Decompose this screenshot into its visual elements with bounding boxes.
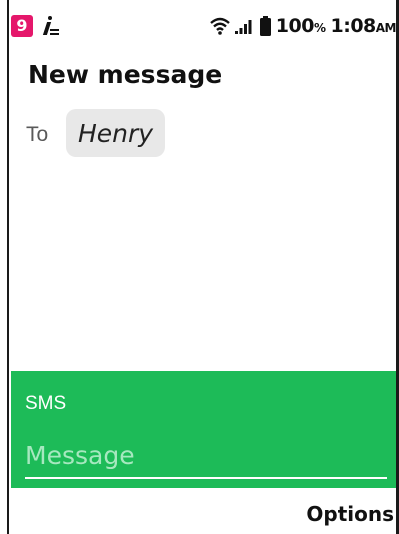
message-input[interactable] (25, 433, 387, 479)
page-title: New message (28, 60, 223, 89)
status-bar: 9 100% 1:08AM (11, 0, 397, 52)
status-indicators: 100% 1:08AM (210, 15, 397, 37)
device-frame-left (0, 0, 9, 534)
battery-icon (259, 16, 271, 36)
clock: 1:08AM (330, 15, 397, 37)
to-label: To (26, 123, 49, 146)
recipient-chip[interactable]: Henry (66, 109, 166, 157)
options-softkey[interactable]: Options (306, 502, 394, 526)
input-method-icon (39, 15, 61, 37)
battery-percent: 100% (275, 15, 326, 37)
compose-area: SMS (11, 371, 396, 488)
wifi-icon (210, 17, 230, 35)
signal-icon (234, 18, 255, 34)
softkey-bar: Options (11, 488, 396, 534)
notification-badge: 9 (11, 15, 33, 37)
sms-label: SMS (25, 393, 67, 414)
